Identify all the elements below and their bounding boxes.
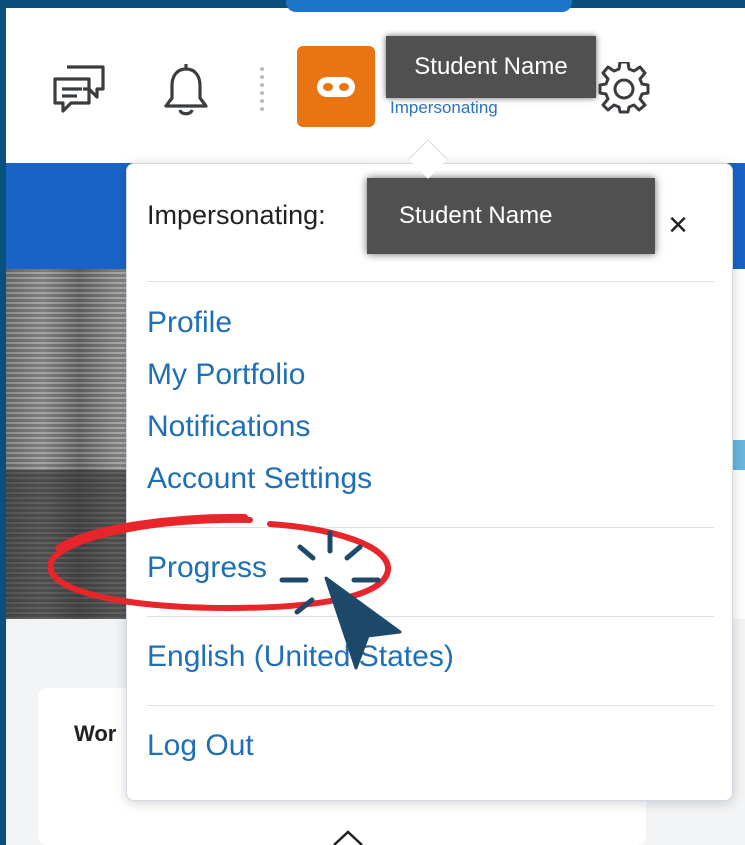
user-menu-dropdown: Impersonating: Student Name × Profile My… [126,163,733,801]
menu-item-profile[interactable]: Profile [147,306,232,340]
impersonating-status: Impersonating [390,98,498,117]
chevron-up-icon[interactable] [328,826,368,845]
menu-item-account-settings[interactable]: Account Settings [147,462,372,496]
user-name: Student Name [386,36,596,98]
widget-title: Wor [74,721,117,746]
menu-item-notifications[interactable]: Notifications [147,410,310,444]
menu-item-my-portfolio[interactable]: My Portfolio [147,358,305,392]
avatar[interactable] [297,46,375,127]
menu-item-log-out[interactable]: Log Out [147,729,254,763]
menu-item-progress[interactable]: Progress [147,551,267,585]
navbar: Student Name Impersonating [6,8,745,163]
mask-icon [317,76,355,97]
menu-divider [147,281,714,282]
menu-divider [147,616,714,617]
impersonating-label: Impersonating: [147,200,326,230]
menu-divider [147,527,714,528]
close-icon[interactable]: × [663,208,693,242]
nav-separator [258,66,266,116]
gear-icon[interactable] [594,58,654,120]
menu-divider [147,705,714,706]
bell-icon[interactable] [156,58,216,120]
user-name-block[interactable]: Student Name Impersonating [386,36,596,117]
impersonated-user-name: Student Name [367,178,655,254]
banner-image-shade [6,470,128,619]
menu-item-language[interactable]: English (United States) [147,640,454,674]
window-frame-left [0,0,6,845]
top-tab-indicator [286,0,572,12]
chat-bubbles-icon[interactable] [48,58,110,120]
